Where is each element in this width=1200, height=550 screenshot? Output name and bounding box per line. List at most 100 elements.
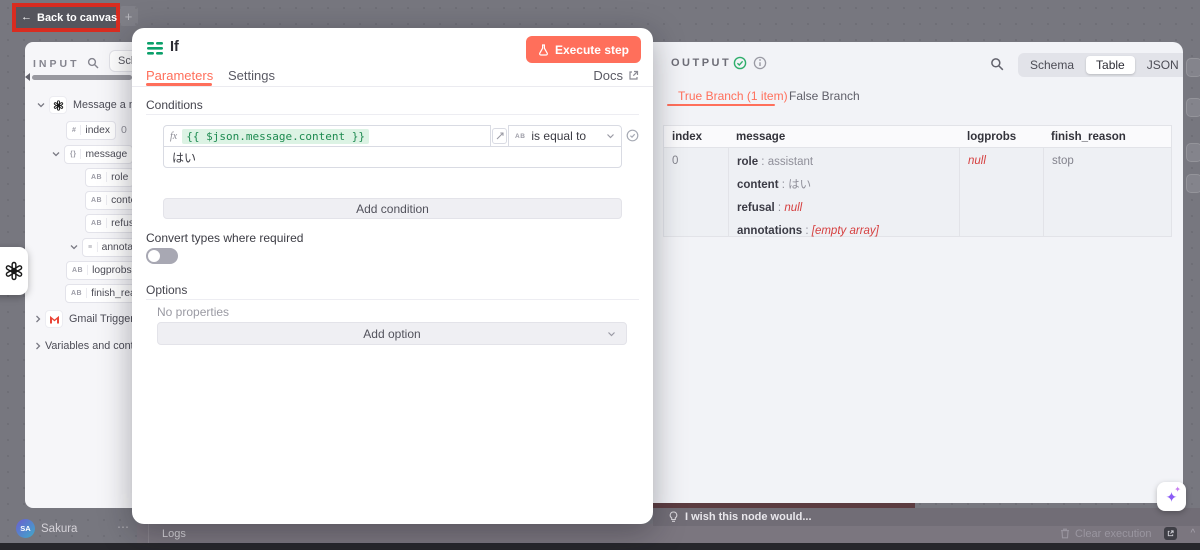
wish-text: I wish this node would...	[685, 511, 812, 523]
condition-right-input[interactable]: はい	[163, 146, 622, 168]
column-header: message	[728, 131, 959, 143]
fx-icon: fx	[170, 131, 177, 142]
add-option-label: Add option	[363, 327, 420, 341]
cell-logprobs: null	[959, 148, 1043, 236]
add-condition-button[interactable]: Add condition	[163, 198, 622, 219]
schema-field-chip[interactable]: {} message	[64, 145, 133, 164]
chevron-down-icon	[606, 133, 615, 139]
list-type-icon: ≡	[88, 242, 98, 252]
success-check-icon	[733, 56, 747, 70]
string-type-icon: AB	[71, 288, 87, 298]
string-type-icon: AB	[72, 265, 88, 275]
view-schema-button[interactable]: Schema	[1020, 56, 1084, 74]
chevron-down-icon[interactable]	[70, 244, 78, 250]
gmail-icon	[45, 310, 63, 328]
column-header: logprobs	[959, 131, 1043, 143]
condition-left-input[interactable]: fx {{ $json.message.content }}	[163, 125, 491, 147]
chevron-down-icon[interactable]	[37, 102, 45, 108]
tree-row-logprobs[interactable]: AB logprobs	[66, 261, 137, 279]
schema-field-chip[interactable]: AB finish_reason	[65, 284, 137, 303]
field-name: index	[85, 125, 110, 136]
field-value: 0	[121, 124, 127, 136]
tab-true-branch[interactable]: True Branch (1 item)	[678, 89, 788, 103]
openai-icon	[49, 96, 67, 114]
tree-row-annotations[interactable]: ≡ annotations	[70, 238, 137, 256]
table-row[interactable]: 0 role : assistant content : はい refusal …	[663, 148, 1172, 237]
collapse-chevron[interactable]: ^	[1190, 528, 1195, 539]
popout-icon[interactable]	[1164, 527, 1177, 540]
tree-row-gmail-trigger[interactable]: Gmail Trigger	[35, 310, 134, 328]
tree-row-index[interactable]: # index 0	[66, 121, 127, 139]
string-type-icon: AB	[515, 133, 525, 140]
avatar[interactable]: SA	[16, 519, 35, 538]
canvas-control	[1186, 174, 1200, 193]
back-arrow-icon: ←	[21, 12, 32, 23]
condition-options-icon[interactable]	[626, 129, 639, 142]
convert-types-label: Convert types where required	[146, 231, 303, 245]
search-icon[interactable]	[87, 57, 99, 69]
schema-field-chip[interactable]: AB refusal	[85, 214, 137, 233]
logs-bar[interactable]	[137, 524, 1200, 543]
tree-row-content[interactable]: AB content	[85, 191, 137, 209]
toggle-knob	[148, 250, 160, 262]
input-node-tab[interactable]	[0, 247, 28, 295]
logs-label[interactable]: Logs	[162, 528, 186, 540]
schema-field-chip[interactable]: # index	[66, 121, 116, 140]
tree-label: Gmail Trigger	[69, 313, 134, 325]
tab-settings[interactable]: Settings	[228, 68, 275, 83]
schema-field-chip[interactable]: AB content	[85, 191, 137, 210]
expression-text[interactable]: {{ $json.message.content }}	[182, 129, 369, 144]
tab-parameters[interactable]: Parameters	[146, 68, 213, 83]
chevron-right-icon[interactable]	[35, 315, 41, 323]
user-menu-ellipsis[interactable]: ⋯	[117, 520, 130, 534]
object-type-icon: {}	[70, 149, 81, 159]
tree-row-message[interactable]: {} message	[52, 145, 133, 163]
execution-actions: Clear execution ^	[1060, 527, 1195, 540]
back-to-canvas-button[interactable]: Back to canvas	[37, 12, 117, 24]
info-icon[interactable]	[753, 56, 767, 70]
tree-row-role[interactable]: AB role	[85, 168, 134, 186]
execute-step-button[interactable]: Execute step	[526, 36, 641, 63]
node-details-modal: If Execute step Parameters Settings Docs…	[132, 28, 653, 524]
options-section-label: Options	[146, 283, 187, 297]
scroll-left-arrow-icon[interactable]	[25, 73, 30, 81]
ai-assistant-button[interactable]: ✦ ✦	[1157, 482, 1186, 511]
node-feedback-bar[interactable]: I wish this node would...	[653, 508, 1200, 526]
new-tab-button[interactable]: +	[119, 6, 138, 26]
tree-row-refusal[interactable]: AB refusal	[85, 214, 137, 232]
add-option-button[interactable]: Add option	[157, 322, 627, 345]
open-expression-editor-icon[interactable]	[492, 128, 507, 144]
kv-value: はい	[788, 179, 811, 191]
kv-value-null: null	[784, 202, 802, 214]
tree-row-finish-reason[interactable]: AB finish_reason	[65, 284, 137, 302]
conditions-section-label: Conditions	[146, 98, 203, 112]
docs-link[interactable]: Docs	[593, 68, 639, 83]
kv-key: role	[737, 156, 758, 168]
canvas-control	[1186, 98, 1200, 117]
schema-field-chip[interactable]: AB role	[85, 168, 134, 187]
chevron-right-icon[interactable]	[35, 342, 41, 350]
schema-field-chip[interactable]: ≡ annotations	[82, 238, 137, 257]
canvas-control	[1186, 58, 1200, 77]
docs-label: Docs	[593, 68, 623, 83]
view-json-button[interactable]: JSON	[1137, 56, 1183, 74]
tree-row-message-a-model[interactable]: Message a model	[37, 96, 137, 114]
kv-key: annotations	[737, 225, 802, 237]
kv-key: content	[737, 179, 779, 191]
active-tab-underline	[667, 104, 775, 106]
output-table: index message logprobs finish_reason 0 r…	[663, 125, 1172, 237]
output-panel-title: OUTPUT	[671, 57, 731, 69]
schema-field-chip[interactable]: AB logprobs	[66, 261, 137, 280]
horizontal-scrollbar[interactable]	[32, 75, 132, 80]
condition-operator-select[interactable]: AB is equal to	[508, 125, 622, 147]
output-view-switcher: Schema Table JSON	[1018, 53, 1183, 77]
view-table-button[interactable]: Table	[1086, 56, 1135, 74]
chevron-down-icon[interactable]	[52, 151, 60, 157]
convert-types-toggle[interactable]	[146, 248, 178, 264]
tab-false-branch[interactable]: False Branch	[789, 89, 860, 103]
search-icon[interactable]	[990, 57, 1004, 71]
lightbulb-icon	[669, 511, 678, 523]
cell-finish-reason: stop	[1043, 148, 1171, 236]
tree-row-variables[interactable]: Variables and context	[35, 337, 137, 355]
clear-execution-button[interactable]: Clear execution	[1075, 528, 1151, 540]
